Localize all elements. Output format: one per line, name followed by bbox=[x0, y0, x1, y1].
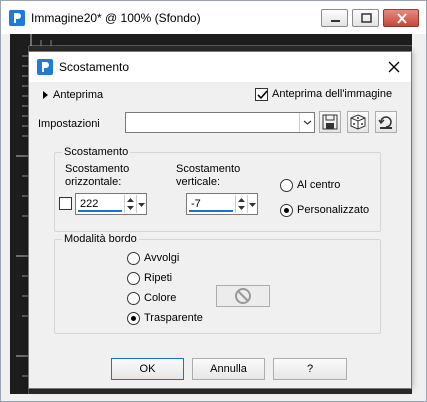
image-preview-label: Anteprima dell'immagine bbox=[272, 88, 393, 100]
preview-expander-label: Anteprima bbox=[53, 89, 104, 101]
vertical-offset-label-2: verticale: bbox=[176, 176, 221, 188]
cancel-button[interactable]: Annulla bbox=[192, 358, 265, 380]
vertical-ruler bbox=[10, 46, 29, 394]
ruler-corner bbox=[10, 34, 29, 46]
maximize-icon bbox=[361, 13, 372, 23]
spinner-arrows-icon[interactable] bbox=[235, 195, 246, 213]
horizontal-offset-value: 222 bbox=[80, 198, 99, 210]
no-color-icon bbox=[235, 288, 251, 304]
window-title: Immagine20* @ 100% (Sfondo) bbox=[31, 11, 201, 25]
reset-icon bbox=[378, 116, 392, 129]
radio-color-label: Colore bbox=[144, 292, 177, 304]
dialog-title: Scostamento bbox=[59, 60, 130, 74]
radio-transparent-label: Trasparente bbox=[144, 312, 203, 324]
offset-dialog: Scostamento Anteprima Anteprima dell'imm… bbox=[28, 51, 412, 389]
edit-underline bbox=[189, 210, 233, 212]
help-button[interactable]: ? bbox=[273, 358, 347, 380]
radio-repeat-label: Ripeti bbox=[144, 272, 173, 284]
edge-mode-group-title: Modalità bordo bbox=[62, 233, 139, 245]
save-icon bbox=[322, 114, 338, 130]
radio-center[interactable] bbox=[280, 179, 293, 192]
ok-button[interactable]: OK bbox=[111, 358, 184, 380]
randomize-button[interactable] bbox=[347, 111, 369, 133]
paintshop-pro-icon bbox=[37, 59, 53, 75]
radio-wrap-label: Avvolgi bbox=[144, 252, 180, 264]
radio-color[interactable] bbox=[127, 292, 140, 305]
chevron-down-icon[interactable] bbox=[299, 113, 314, 132]
dice-icon bbox=[350, 114, 366, 130]
reset-button[interactable] bbox=[375, 111, 397, 133]
save-preset-button[interactable] bbox=[319, 111, 341, 133]
window-title-bar[interactable]: Immagine20* @ 100% (Sfondo) bbox=[1, 1, 426, 34]
radio-custom[interactable] bbox=[280, 204, 293, 217]
link-checkbox[interactable] bbox=[59, 197, 72, 210]
checkmark-icon bbox=[257, 90, 268, 100]
expand-arrow-icon bbox=[43, 91, 48, 99]
color-swatch[interactable] bbox=[216, 285, 270, 307]
vertical-offset-label-1: Scostamento bbox=[176, 163, 241, 175]
dialog-title-bar[interactable]: Scostamento bbox=[29, 52, 411, 82]
close-window-button[interactable] bbox=[383, 9, 419, 27]
edit-underline bbox=[78, 210, 122, 212]
radio-center-label: Al centro bbox=[297, 179, 341, 191]
radio-repeat[interactable] bbox=[127, 272, 140, 285]
spinner-arrows-icon[interactable] bbox=[124, 195, 135, 213]
chevron-down-icon[interactable] bbox=[136, 195, 145, 213]
close-icon[interactable] bbox=[385, 58, 403, 76]
maximize-button[interactable] bbox=[352, 9, 379, 27]
checkbox-box[interactable] bbox=[255, 88, 268, 101]
chevron-down-icon[interactable] bbox=[247, 195, 256, 213]
settings-label: Impostazioni bbox=[38, 118, 100, 130]
horizontal-offset-label-1: Scostamento bbox=[65, 163, 130, 175]
minimize-icon bbox=[331, 20, 340, 22]
close-icon bbox=[397, 13, 407, 24]
radio-custom-label: Personalizzato bbox=[297, 204, 370, 216]
minimize-button[interactable] bbox=[321, 9, 348, 27]
vertical-offset-value: -7 bbox=[191, 198, 201, 210]
horizontal-offset-field[interactable]: 222 bbox=[75, 193, 147, 215]
radio-wrap[interactable] bbox=[127, 252, 140, 265]
settings-dropdown[interactable] bbox=[125, 112, 315, 133]
paintshop-pro-icon bbox=[9, 10, 25, 26]
horizontal-offset-label-2: orizzontale: bbox=[65, 176, 122, 188]
vertical-offset-field[interactable]: -7 bbox=[186, 193, 258, 215]
offset-group-title: Scostamento bbox=[62, 146, 131, 158]
horizontal-ruler bbox=[29, 34, 412, 46]
radio-transparent[interactable] bbox=[127, 312, 140, 325]
